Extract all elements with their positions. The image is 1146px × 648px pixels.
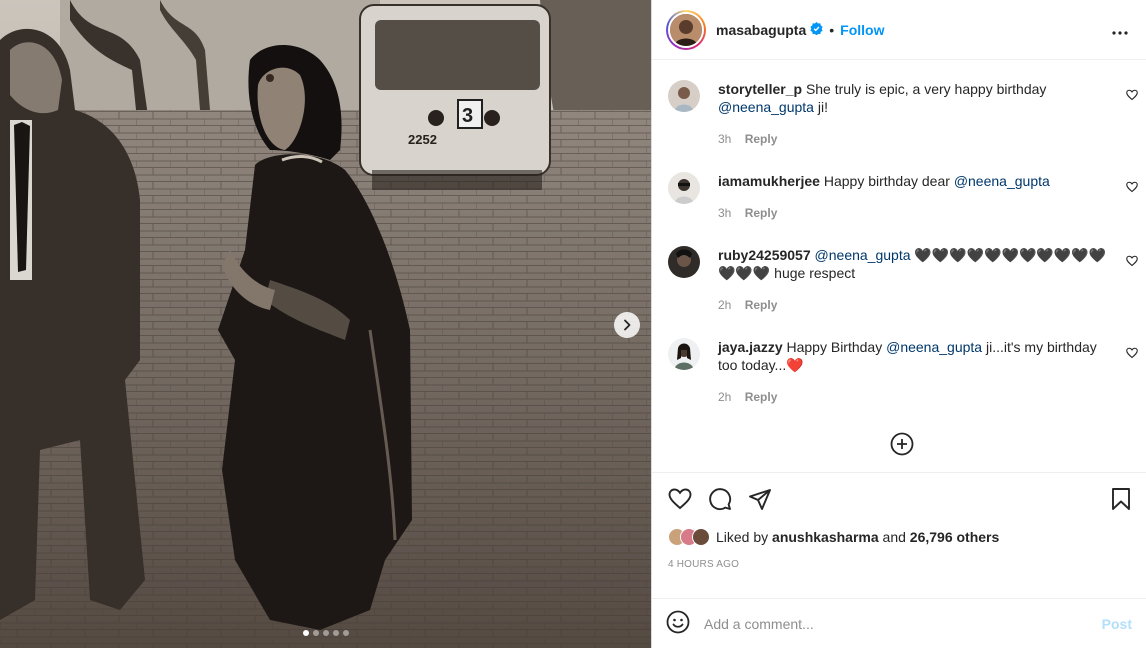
verified-badge-icon	[810, 21, 823, 38]
instagram-post-view: 3 2252 masabagupta • Follow storyteller_…	[0, 0, 1146, 648]
post-photo: 3 2252	[0, 0, 651, 648]
like-comment-heart-icon[interactable]	[1126, 88, 1138, 104]
like-comment-heart-icon[interactable]	[1126, 254, 1138, 270]
follow-button[interactable]: Follow	[840, 22, 884, 38]
comment-text: ruby24259057 @neena_gupta 🖤🖤🖤🖤🖤🖤🖤🖤🖤🖤🖤🖤🖤🖤…	[718, 246, 1108, 282]
comment-time: 3h	[718, 132, 732, 146]
commenter-avatar[interactable]	[668, 80, 700, 112]
post-actions: Liked by anushkasharma and 26,796 others…	[652, 472, 1146, 598]
mention-link[interactable]: @neena_gupta	[954, 173, 1050, 189]
load-more-comments-plus-icon[interactable]	[890, 432, 914, 459]
commenter-avatar[interactable]	[668, 246, 700, 278]
comment-text-part: Happy Birthday	[786, 339, 883, 355]
comment-text-part: Happy birthday dear	[823, 173, 950, 189]
add-comment-bar: Post	[652, 598, 1146, 648]
comment-input[interactable]	[704, 615, 1102, 632]
commenter-avatar[interactable]	[668, 172, 700, 204]
likes-text: Liked by anushkasharma and 26,796 others	[716, 529, 999, 545]
liker-avatar	[692, 528, 710, 546]
header-separator: •	[829, 21, 835, 38]
likes-prefix: Liked by	[716, 529, 769, 545]
like-comment-heart-icon[interactable]	[1126, 180, 1138, 196]
post-header: masabagupta • Follow	[652, 0, 1146, 60]
commenter-username[interactable]: ruby24259057	[718, 247, 811, 263]
reply-button[interactable]: Reply	[745, 298, 778, 312]
comment-text: storyteller_p She truly is epic, a very …	[718, 80, 1108, 116]
share-paper-plane-icon[interactable]	[748, 487, 772, 514]
commenter-username[interactable]: storyteller_p	[718, 81, 802, 97]
comment-text: jaya.jazzy Happy Birthday @neena_gupta j…	[718, 338, 1108, 374]
comment-text: iamamukherjee Happy birthday dear @neena…	[718, 172, 1108, 190]
like-comment-heart-icon[interactable]	[1126, 346, 1138, 362]
comment-text-part: She truly is epic, a very happy birthday	[805, 81, 1047, 97]
post-comment-button[interactable]: Post	[1102, 616, 1132, 632]
carousel-dot	[302, 630, 309, 636]
mention-link[interactable]: @neena_gupta	[886, 339, 982, 355]
comment-text-part: ji!	[817, 99, 828, 115]
carousel-dot	[342, 630, 349, 636]
comment-bubble-icon[interactable]	[708, 487, 732, 514]
reply-button[interactable]: Reply	[745, 206, 778, 220]
liked-by-user[interactable]: anushkasharma	[772, 529, 879, 545]
comment-meta: 3h Reply	[718, 206, 777, 220]
post-sidebar: masabagupta • Follow storyteller_p She t…	[651, 0, 1146, 648]
reply-button[interactable]: Reply	[745, 132, 778, 146]
emoji-smiley-icon[interactable]	[666, 610, 690, 637]
save-bookmark-icon[interactable]	[1111, 487, 1131, 514]
like-heart-icon[interactable]	[668, 487, 692, 514]
carousel-dot	[322, 630, 329, 636]
comments-list: storyteller_p She truly is epic, a very …	[652, 60, 1146, 472]
comment-meta: 3h Reply	[718, 132, 777, 146]
carousel-dot	[312, 630, 319, 636]
more-options-icon[interactable]	[1108, 18, 1132, 42]
author-avatar[interactable]	[666, 9, 706, 50]
commenter-avatar[interactable]	[668, 338, 700, 370]
comment-time: 2h	[718, 298, 732, 312]
comment-time: 2h	[718, 390, 732, 404]
carousel-dots	[0, 630, 651, 636]
post-media[interactable]: 3 2252	[0, 0, 651, 648]
post-timestamp[interactable]: 4 HOURS AGO	[668, 559, 739, 570]
likes-joiner: and	[882, 529, 906, 545]
comment-meta: 2h Reply	[718, 390, 777, 404]
author-username[interactable]: masabagupta	[716, 22, 806, 38]
comment-meta: 2h Reply	[718, 298, 777, 312]
reply-button[interactable]: Reply	[745, 390, 778, 404]
commenter-username[interactable]: jaya.jazzy	[718, 339, 783, 355]
comment-time: 3h	[718, 206, 732, 220]
carousel-dot	[332, 630, 339, 636]
commenter-username[interactable]: iamamukherjee	[718, 173, 820, 189]
mention-link[interactable]: @neena_gupta	[718, 99, 814, 115]
likes-count[interactable]: 26,796 others	[910, 529, 1000, 545]
carousel-next-button[interactable]	[614, 312, 640, 338]
chevron-right-icon	[624, 319, 631, 331]
likes-summary[interactable]: Liked by anushkasharma and 26,796 others	[668, 528, 999, 546]
mention-link[interactable]: @neena_gupta	[815, 247, 911, 263]
